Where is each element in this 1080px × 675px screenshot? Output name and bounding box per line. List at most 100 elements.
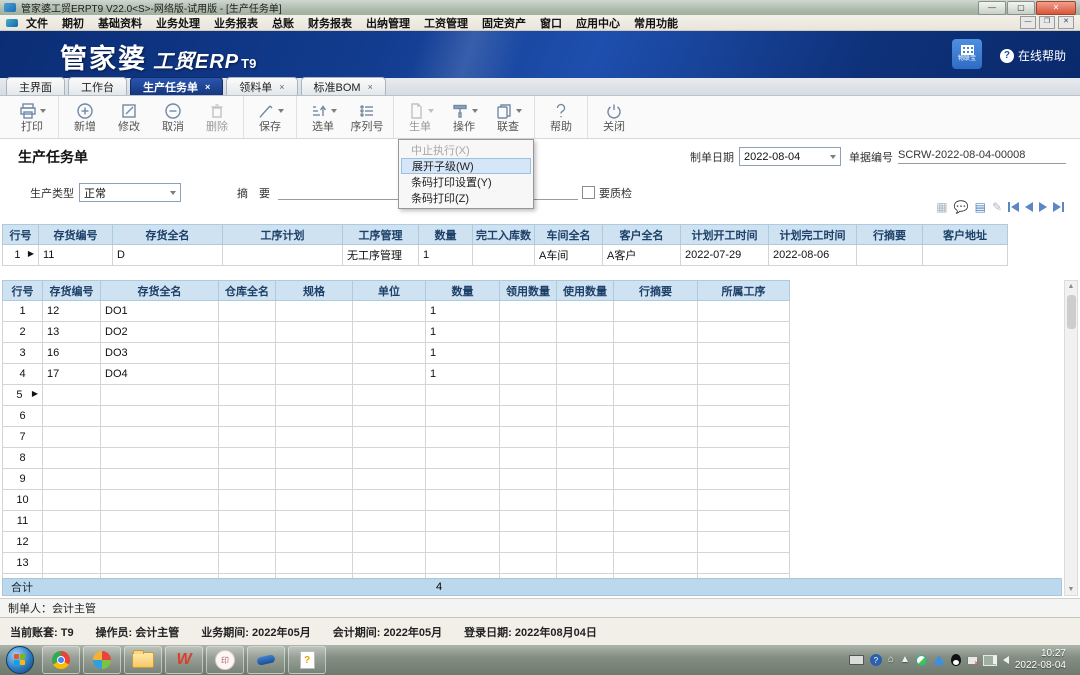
taskbar-browser-button[interactable]: [83, 646, 121, 674]
col-warehouse[interactable]: 仓库全名: [219, 281, 276, 301]
menu-payroll[interactable]: 工资管理: [424, 15, 468, 31]
detail-row[interactable]: 13: [3, 553, 790, 574]
menu-window[interactable]: 窗口: [540, 15, 562, 31]
col-customer-addr[interactable]: 客户地址: [923, 225, 1008, 245]
close-form-button[interactable]: 关闭: [592, 96, 636, 138]
taskbar-explorer-button[interactable]: [124, 646, 162, 674]
taskbar-wps-button[interactable]: W: [165, 646, 203, 674]
cell-customer[interactable]: A客户: [603, 245, 681, 266]
mdi-minimize-button[interactable]: —: [1020, 16, 1036, 29]
taskbar-clock[interactable]: 10:27 2022-08-04: [1015, 648, 1072, 672]
menu-finance-report[interactable]: 财务报表: [308, 15, 352, 31]
print-button[interactable]: 打印: [10, 96, 54, 138]
volume-icon[interactable]: [1003, 656, 1009, 664]
detail-row[interactable]: 8: [3, 448, 790, 469]
cell-workshop[interactable]: A车间: [535, 245, 603, 266]
select-doc-button[interactable]: 选单: [301, 96, 345, 138]
attachment-icon[interactable]: ✎: [992, 201, 1002, 213]
mdi-close-button[interactable]: ✕: [1058, 16, 1074, 29]
menu-business-report[interactable]: 业务报表: [214, 15, 258, 31]
scroll-thumb[interactable]: [1067, 295, 1076, 329]
col-process-mgmt[interactable]: 工序管理: [343, 225, 419, 245]
tab-main-screen[interactable]: 主界面: [6, 77, 65, 95]
menu-opening[interactable]: 期初: [62, 15, 84, 31]
scroll-up-icon[interactable]: ▲: [1066, 283, 1076, 290]
menu-item-barcode-print[interactable]: 条码打印(Z): [401, 190, 531, 206]
tray-drive-icon[interactable]: [933, 655, 945, 665]
cell-item-no[interactable]: 11: [39, 245, 113, 266]
prev-record-button[interactable]: [1025, 202, 1033, 212]
col-customer[interactable]: 客户全名: [603, 225, 681, 245]
maximize-button[interactable]: ▢: [1007, 1, 1035, 15]
edit-button[interactable]: 修改: [107, 96, 151, 138]
col-item-no[interactable]: 存货编号: [39, 225, 113, 245]
close-button[interactable]: ✕: [1036, 1, 1076, 15]
qc-checkbox[interactable]: [582, 186, 595, 199]
next-record-button[interactable]: [1039, 202, 1047, 212]
last-record-button[interactable]: [1053, 202, 1064, 212]
col-finished-qty[interactable]: 完工入库数: [473, 225, 535, 245]
action-center-flag-icon[interactable]: [967, 657, 977, 664]
detail-row[interactable]: 4 17 DO4 1: [3, 364, 790, 385]
col-process-plan[interactable]: 工序计划: [223, 225, 343, 245]
col-spec[interactable]: 规格: [276, 281, 353, 301]
make-date-picker[interactable]: 2022-08-04: [739, 147, 841, 166]
menu-base-data[interactable]: 基础资料: [98, 15, 142, 31]
master-row[interactable]: 1▶ 11 D 无工序管理 1 A车间 A客户 2022-07-29 2022-…: [3, 245, 1008, 266]
cell-plan-finish-selected[interactable]: 2022-08-06: [769, 245, 857, 266]
detail-row[interactable]: 10: [3, 490, 790, 511]
col-line-no[interactable]: 行号: [3, 225, 39, 245]
menu-item-barcode-print-setup[interactable]: 条码打印设置(Y): [401, 174, 531, 190]
online-help-link[interactable]: ? 在线帮助: [1000, 47, 1066, 64]
detail-row[interactable]: 3 16 DO3 1: [3, 343, 790, 364]
menu-fixed-assets[interactable]: 固定资产: [482, 15, 526, 31]
tab-close-icon[interactable]: ×: [205, 82, 210, 92]
col-qty[interactable]: 数量: [426, 281, 500, 301]
save-button[interactable]: 保存: [248, 96, 292, 138]
first-record-button[interactable]: [1008, 202, 1019, 212]
tab-standard-bom[interactable]: 标准BOM ×: [301, 77, 386, 95]
detail-row[interactable]: 12: [3, 532, 790, 553]
start-button[interactable]: [6, 646, 34, 674]
detail-vertical-scrollbar[interactable]: ▲ ▼: [1064, 280, 1078, 596]
mdi-restore-button[interactable]: ❐: [1039, 16, 1055, 29]
tab-workbench[interactable]: 工作台: [68, 77, 127, 95]
comment-icon[interactable]: 💬: [954, 201, 969, 213]
col-qty[interactable]: 数量: [419, 225, 473, 245]
cell-process-mgmt[interactable]: 无工序管理: [343, 245, 419, 266]
selected-cell[interactable]: [698, 385, 790, 406]
serial-number-button[interactable]: 序列号: [345, 96, 389, 138]
help-button[interactable]: 帮助: [539, 96, 583, 138]
tab-production-task[interactable]: 生产任务单 ×: [130, 77, 223, 95]
keyboard-icon[interactable]: [849, 655, 864, 665]
cell-row-summary[interactable]: [857, 245, 923, 266]
calculator-icon[interactable]: ▤: [975, 201, 986, 213]
detail-row[interactable]: 5▶: [3, 385, 790, 406]
add-button[interactable]: 新增: [63, 96, 107, 138]
cell-customer-addr[interactable]: [923, 245, 1008, 266]
col-used-qty[interactable]: 使用数量: [557, 281, 614, 301]
menu-file[interactable]: 文件: [26, 15, 48, 31]
col-line-no[interactable]: 行号: [3, 281, 43, 301]
col-row-summary[interactable]: 行摘要: [857, 225, 923, 245]
taskbar-chrome-button[interactable]: [42, 646, 80, 674]
menu-common-functions[interactable]: 常用功能: [634, 15, 678, 31]
tray-settings-icon[interactable]: ⌂: [888, 655, 894, 665]
scroll-down-icon[interactable]: ▼: [1066, 586, 1076, 593]
menu-business-process[interactable]: 业务处理: [156, 15, 200, 31]
tab-material-requisition[interactable]: 领料单 ×: [226, 77, 297, 95]
tab-close-icon[interactable]: ×: [368, 82, 373, 92]
detail-row[interactable]: 11: [3, 511, 790, 532]
menu-item-expand-children[interactable]: 展开子级(W): [401, 158, 531, 174]
detail-row[interactable]: 9: [3, 469, 790, 490]
col-item-name[interactable]: 存货全名: [113, 225, 223, 245]
cell-plan-start[interactable]: 2022-07-29: [681, 245, 769, 266]
menu-app-center[interactable]: 应用中心: [576, 15, 620, 31]
prod-type-select[interactable]: 正常: [79, 183, 181, 202]
link-query-button[interactable]: 联查: [486, 96, 530, 138]
layout-grid-icon[interactable]: ▦: [936, 201, 947, 213]
tab-close-icon[interactable]: ×: [279, 82, 284, 92]
col-requisition-qty[interactable]: 领用数量: [500, 281, 557, 301]
menu-cashier[interactable]: 出纳管理: [366, 15, 410, 31]
cancel-button[interactable]: 取消: [151, 96, 195, 138]
